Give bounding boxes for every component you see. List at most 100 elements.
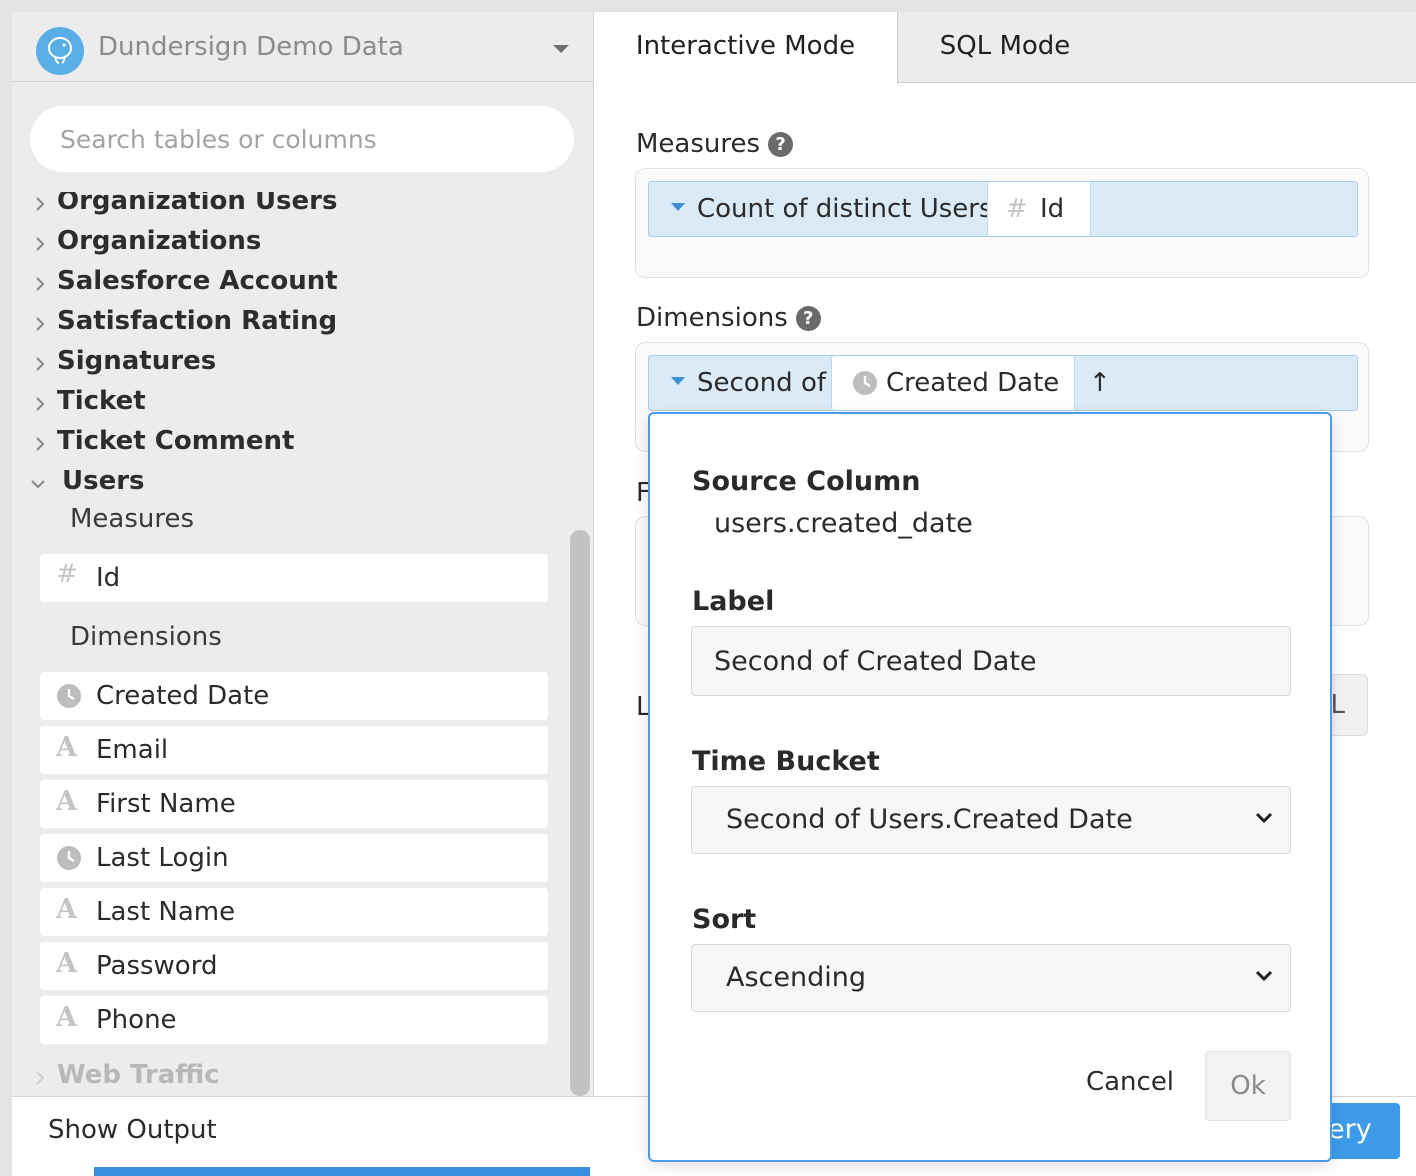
table-item[interactable]: Ticket Comment — [12, 424, 572, 464]
table-item[interactable]: Organizations — [12, 224, 572, 264]
mode-tabs: Interactive Mode SQL Mode — [594, 12, 1416, 84]
help-icon[interactable]: ? — [795, 306, 821, 331]
text-type-icon: A — [56, 948, 77, 979]
field-item-email[interactable]: A Email — [40, 726, 548, 774]
source-column-heading: Source Column — [692, 466, 921, 497]
hash-icon: # — [56, 559, 78, 589]
chevron-down-icon — [1255, 812, 1273, 824]
table-label: Ticket — [57, 386, 146, 416]
chevron-right-icon — [36, 357, 45, 371]
field-label: Phone — [96, 1005, 177, 1035]
table-label: Ticket Comment — [57, 426, 295, 456]
table-label: Salesforce Account — [57, 266, 338, 296]
dimension-field-chip[interactable]: Created Date — [831, 356, 1075, 410]
chevron-right-icon — [36, 1071, 45, 1085]
table-label: Web Traffic — [57, 1060, 220, 1090]
table-item[interactable]: Salesforce Account — [12, 264, 572, 304]
dimension-pill-text: Second of — [697, 368, 827, 398]
measure-field-label: Id — [1040, 194, 1065, 224]
chevron-right-icon — [36, 277, 45, 291]
caret-down-icon[interactable] — [671, 377, 685, 385]
field-label: Password — [96, 951, 218, 981]
hash-icon: # — [1006, 194, 1028, 224]
clock-icon — [57, 684, 81, 708]
postgres-elephant-icon — [36, 27, 84, 75]
dimension-field-label: Created Date — [886, 368, 1060, 398]
sort-select[interactable]: Ascending — [691, 944, 1291, 1012]
tab-sql-mode[interactable]: SQL Mode — [898, 12, 1112, 83]
field-item-id[interactable]: # Id — [40, 554, 548, 602]
chevron-down-icon — [31, 480, 45, 489]
table-item-users[interactable]: Users — [12, 464, 572, 504]
chevron-right-icon — [36, 437, 45, 451]
table-label: Users — [62, 466, 145, 496]
chevron-down-icon — [1255, 970, 1273, 982]
time-bucket-select[interactable]: Second of Users.Created Date — [691, 786, 1291, 854]
datasource-name: Dundersign Demo Data — [98, 32, 404, 62]
measures-dropzone[interactable]: Count of distinct Users # Id — [635, 168, 1369, 278]
table-label: Satisfaction Rating — [57, 306, 338, 336]
field-label: Email — [96, 735, 169, 765]
table-label: Signatures — [57, 346, 217, 376]
time-bucket-value: Second of Users.Created Date — [726, 804, 1133, 835]
measures-heading: Measures — [70, 504, 195, 534]
schema-sidebar: Dundersign Demo Data Organization Users … — [12, 12, 594, 1096]
schema-tree: Organization Users Organizations Salesfo… — [12, 192, 572, 1096]
dimension-pill[interactable]: Second of Created Date ↑ — [648, 355, 1358, 411]
label-input[interactable] — [691, 626, 1291, 696]
dimensions-label: Dimensions? — [636, 303, 821, 333]
search-input[interactable] — [30, 106, 574, 172]
measure-pill-text: Count of distinct Users — [697, 194, 993, 224]
text-type-icon: A — [56, 894, 77, 925]
measures-label: Measures? — [636, 129, 794, 159]
sort-value: Ascending — [726, 962, 866, 993]
chevron-right-icon — [36, 397, 45, 411]
label-heading: Label — [692, 586, 775, 617]
measure-pill[interactable]: Count of distinct Users # Id — [648, 181, 1358, 237]
sort-ascending-icon[interactable]: ↑ — [1089, 368, 1111, 398]
table-item[interactable]: Web Traffic — [12, 1058, 572, 1096]
field-label: First Name — [96, 789, 236, 819]
ok-button[interactable]: Ok — [1205, 1051, 1291, 1121]
field-item-created-date[interactable]: Created Date — [40, 672, 548, 720]
bottom-progress-strip — [94, 1167, 590, 1176]
table-label: Organization Users — [57, 192, 338, 216]
measures-label-text: Measures — [636, 129, 761, 159]
field-item-last-name[interactable]: A Last Name — [40, 888, 548, 936]
source-column-value: users.created_date — [714, 508, 973, 539]
table-label: Organizations — [57, 226, 262, 256]
run-query-button[interactable]: ery — [1322, 1103, 1400, 1159]
table-item[interactable]: Satisfaction Rating — [12, 304, 572, 344]
field-item-first-name[interactable]: A First Name — [40, 780, 548, 828]
sidebar-scrollbar[interactable] — [570, 530, 590, 1096]
chevron-right-icon — [36, 317, 45, 331]
field-label: Last Login — [96, 843, 229, 873]
table-item[interactable]: Signatures — [12, 344, 572, 384]
datasource-selector[interactable]: Dundersign Demo Data — [12, 12, 593, 82]
field-label: Id — [96, 563, 121, 593]
cancel-button[interactable]: Cancel — [1070, 1052, 1190, 1112]
text-type-icon: A — [56, 786, 77, 817]
field-label: Last Name — [96, 897, 236, 927]
field-label: Created Date — [96, 681, 270, 711]
show-output-toggle[interactable]: Show Output — [48, 1115, 217, 1145]
chevron-right-icon — [36, 197, 45, 211]
text-type-icon: A — [56, 732, 77, 763]
sort-heading: Sort — [692, 904, 757, 935]
table-item[interactable]: Ticket — [12, 384, 572, 424]
dimensions-label-text: Dimensions — [636, 303, 788, 333]
clock-icon — [853, 371, 877, 395]
tab-interactive-mode[interactable]: Interactive Mode — [594, 12, 898, 84]
measure-field-chip[interactable]: # Id — [987, 182, 1091, 236]
clock-icon — [57, 846, 81, 870]
field-item-last-login[interactable]: Last Login — [40, 834, 548, 882]
field-item-password[interactable]: A Password — [40, 942, 548, 990]
text-type-icon: A — [56, 1002, 77, 1033]
time-bucket-heading: Time Bucket — [692, 746, 880, 777]
field-item-phone[interactable]: A Phone — [40, 996, 548, 1044]
dimensions-heading: Dimensions — [70, 622, 222, 652]
caret-down-icon[interactable] — [671, 203, 685, 211]
help-icon[interactable]: ? — [768, 132, 794, 157]
table-item[interactable]: Organization Users — [12, 192, 572, 224]
chevron-down-icon — [553, 45, 569, 53]
